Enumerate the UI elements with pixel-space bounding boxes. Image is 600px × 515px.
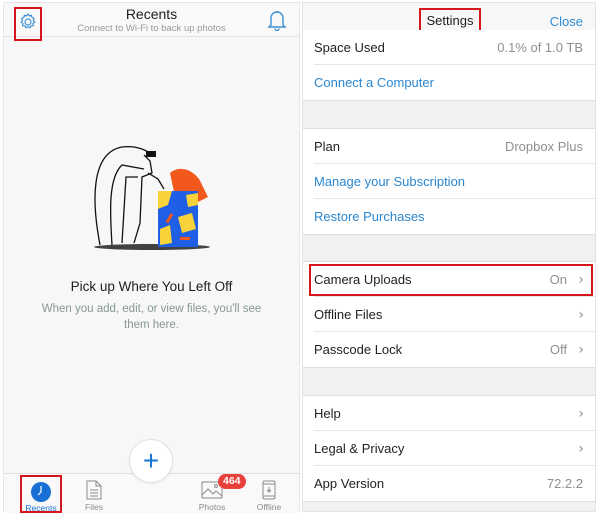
recents-header: Recents Connect to Wi-Fi to back up phot… <box>4 3 299 37</box>
page-title: Recents <box>125 6 178 22</box>
chevron-right-icon: › <box>578 406 584 422</box>
settings-row-restore-purchases[interactable]: Restore Purchases <box>314 199 595 234</box>
chevron-right-icon: › <box>578 441 584 457</box>
connect-computer-link[interactable]: Connect a Computer <box>314 75 434 90</box>
settings-row-space-used: Space Used 0.1% of 1.0 TB <box>314 30 595 65</box>
row-label: Passcode Lock <box>314 342 403 357</box>
close-button[interactable]: Close <box>550 14 583 29</box>
manage-subscription-link[interactable]: Manage your Subscription <box>314 174 465 189</box>
plan-value: Dropbox Plus <box>504 139 583 154</box>
tab-offline[interactable]: Offline <box>244 474 294 514</box>
bell-icon <box>267 11 287 32</box>
settings-group-account: Space Used 0.1% of 1.0 TB Connect a Comp… <box>303 30 595 101</box>
photos-count-badge: 464 <box>218 474 246 489</box>
row-label: Plan <box>314 139 341 154</box>
row-label: Space Used <box>314 40 385 55</box>
clock-icon <box>31 482 51 502</box>
settings-row-plan: Plan Dropbox Plus <box>314 129 595 164</box>
backup-status: Connect to Wi-Fi to back up photos <box>77 23 226 34</box>
tab-label: Files <box>85 502 103 512</box>
settings-group-about: Help › Legal & Privacy › App Version 72.… <box>303 395 595 502</box>
tab-recents[interactable]: Recents <box>20 475 62 513</box>
settings-row-manage-subscription[interactable]: Manage your Subscription <box>314 164 595 199</box>
tab-label: Offline <box>256 502 282 512</box>
gear-icon <box>20 13 36 29</box>
file-icon <box>86 480 102 500</box>
settings-row-passcode-lock[interactable]: Passcode Lock Off › <box>314 332 595 367</box>
tab-label: Photos <box>198 502 226 512</box>
tab-label: Recents <box>25 503 57 513</box>
settings-row-connect-computer[interactable]: Connect a Computer <box>314 65 595 100</box>
settings-button[interactable] <box>14 7 42 41</box>
recents-screen: Recents Connect to Wi-Fi to back up phot… <box>3 2 300 514</box>
settings-row-legal-privacy[interactable]: Legal & Privacy › <box>314 431 595 466</box>
restore-purchases-link[interactable]: Restore Purchases <box>314 209 425 224</box>
chevron-right-icon: › <box>578 342 584 358</box>
settings-row-help[interactable]: Help › <box>314 396 595 431</box>
settings-screen: Settings Close Space Used 0.1% of 1.0 TB… <box>302 2 596 512</box>
empty-state-illustration <box>94 145 210 250</box>
row-label: Legal & Privacy <box>314 441 405 456</box>
row-label: Help <box>314 406 341 421</box>
empty-state-description: When you add, edit, or view files, you'l… <box>41 303 262 331</box>
space-used-value: 0.1% of 1.0 TB <box>497 40 583 55</box>
camera-uploads-highlight <box>309 264 593 296</box>
app-version-value: 72.2.2 <box>546 476 583 491</box>
row-label: App Version <box>314 476 385 491</box>
tab-files[interactable]: Files <box>69 474 119 514</box>
settings-group-plan: Plan Dropbox Plus Manage your Subscripti… <box>303 128 595 235</box>
empty-state-title: Pick up Where You Left Off <box>70 279 233 294</box>
row-label: Offline Files <box>314 307 383 322</box>
notifications-button[interactable] <box>267 9 287 32</box>
offline-device-icon <box>262 480 276 500</box>
passcode-lock-value: Off <box>549 342 567 357</box>
chevron-right-icon: › <box>578 307 584 323</box>
settings-row-app-version: App Version 72.2.2 <box>314 466 595 501</box>
add-button[interactable]: + <box>129 439 173 483</box>
settings-row-offline-files[interactable]: Offline Files › <box>314 297 595 332</box>
